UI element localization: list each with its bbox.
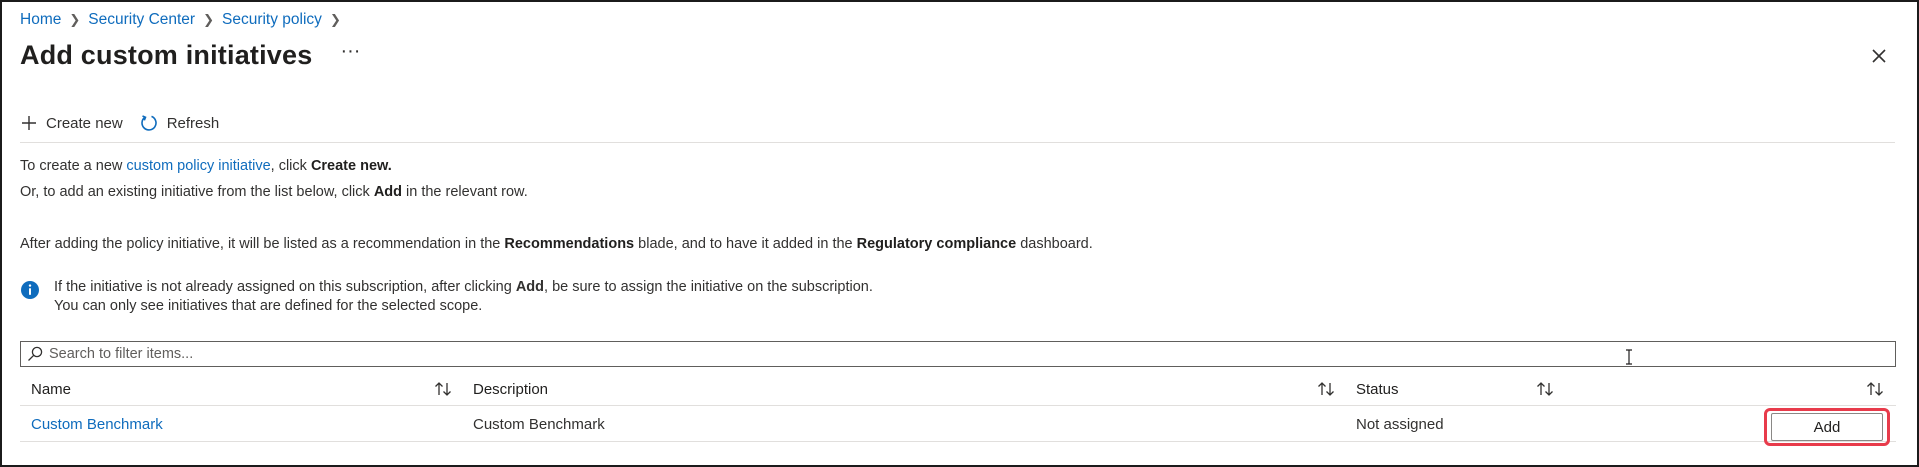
breadcrumb-security-policy[interactable]: Security policy bbox=[222, 11, 322, 29]
search-input[interactable] bbox=[49, 346, 1749, 362]
intro-text: dashboard. bbox=[1016, 236, 1093, 252]
refresh-button[interactable]: Refresh bbox=[139, 113, 220, 133]
sort-icon[interactable] bbox=[1316, 380, 1336, 398]
breadcrumb-security-center[interactable]: Security Center bbox=[88, 11, 195, 29]
initiative-status: Not assigned bbox=[1356, 415, 1444, 433]
intro-text: , click bbox=[270, 158, 311, 174]
intro-bold: Regulatory compliance bbox=[856, 236, 1017, 252]
search-icon bbox=[28, 346, 43, 361]
intro-line-2: Or, to add an existing initiative from t… bbox=[20, 184, 528, 200]
intro-bold: Recommendations bbox=[504, 236, 635, 252]
sort-icon[interactable] bbox=[1535, 380, 1555, 398]
breadcrumb: Home ❯ Security Center ❯ Security policy… bbox=[20, 9, 349, 31]
intro-line-3: After adding the policy initiative, it w… bbox=[20, 236, 1093, 252]
column-header-description[interactable]: Description bbox=[473, 372, 548, 406]
intro-line-1: To create a new custom policy initiative… bbox=[20, 158, 392, 174]
intro-text: To create a new bbox=[20, 158, 127, 174]
plus-icon bbox=[22, 116, 36, 130]
chevron-right-icon: ❯ bbox=[69, 12, 81, 27]
command-bar: Create new Refresh bbox=[20, 110, 235, 136]
initiative-description: Custom Benchmark bbox=[473, 415, 605, 433]
info-text-part: , be sure to assign the initiative on th… bbox=[544, 279, 873, 295]
create-new-button[interactable]: Create new bbox=[20, 114, 123, 132]
search-box[interactable] bbox=[20, 341, 1896, 367]
intro-bold: Add bbox=[373, 184, 402, 200]
title-row: Add custom initiatives ··· bbox=[20, 40, 360, 71]
info-text-part: If the initiative is not already assigne… bbox=[54, 279, 516, 295]
custom-policy-initiative-link[interactable]: custom policy initiative bbox=[126, 158, 270, 174]
info-icon bbox=[21, 281, 39, 299]
refresh-icon bbox=[140, 115, 157, 131]
text-cursor-icon bbox=[1626, 349, 1632, 365]
initiative-name-link[interactable]: Custom Benchmark bbox=[31, 407, 163, 441]
info-message: If the initiative is not already assigne… bbox=[20, 278, 873, 316]
sort-icon[interactable] bbox=[433, 380, 453, 398]
info-bold: Add bbox=[515, 279, 545, 295]
chevron-right-icon: ❯ bbox=[203, 12, 214, 27]
info-line-1: If the initiative is not already assigne… bbox=[54, 278, 873, 297]
breadcrumb-home[interactable]: Home bbox=[20, 11, 61, 29]
column-header-status[interactable]: Status bbox=[1356, 372, 1399, 406]
close-icon[interactable] bbox=[1869, 46, 1889, 66]
column-header-name[interactable]: Name bbox=[31, 372, 71, 406]
intro-text: in the relevant row. bbox=[402, 184, 528, 200]
intro-text: After adding the policy initiative, it w… bbox=[20, 236, 505, 252]
chevron-right-icon: ❯ bbox=[329, 12, 341, 27]
refresh-label: Refresh bbox=[166, 114, 220, 132]
table-header: Name Description Status bbox=[20, 372, 1896, 406]
intro-bold: Create new. bbox=[310, 158, 392, 174]
info-line-2: You can only see initiatives that are de… bbox=[54, 298, 483, 314]
intro-text: Or, to add an existing initiative from t… bbox=[20, 184, 374, 200]
table-row: Custom Benchmark Custom Benchmark Not as… bbox=[20, 407, 1896, 446]
more-options-icon[interactable]: ··· bbox=[340, 41, 360, 66]
page-title: Add custom initiatives bbox=[20, 40, 313, 70]
toolbar-divider bbox=[20, 142, 1895, 143]
add-button-highlight: Add bbox=[1764, 408, 1890, 446]
add-button[interactable]: Add bbox=[1771, 413, 1883, 441]
sort-icon[interactable] bbox=[1865, 380, 1885, 398]
create-new-label: Create new bbox=[46, 114, 123, 132]
info-text: If the initiative is not already assigne… bbox=[54, 278, 873, 316]
intro-text: blade, and to have it added in the bbox=[634, 236, 857, 252]
